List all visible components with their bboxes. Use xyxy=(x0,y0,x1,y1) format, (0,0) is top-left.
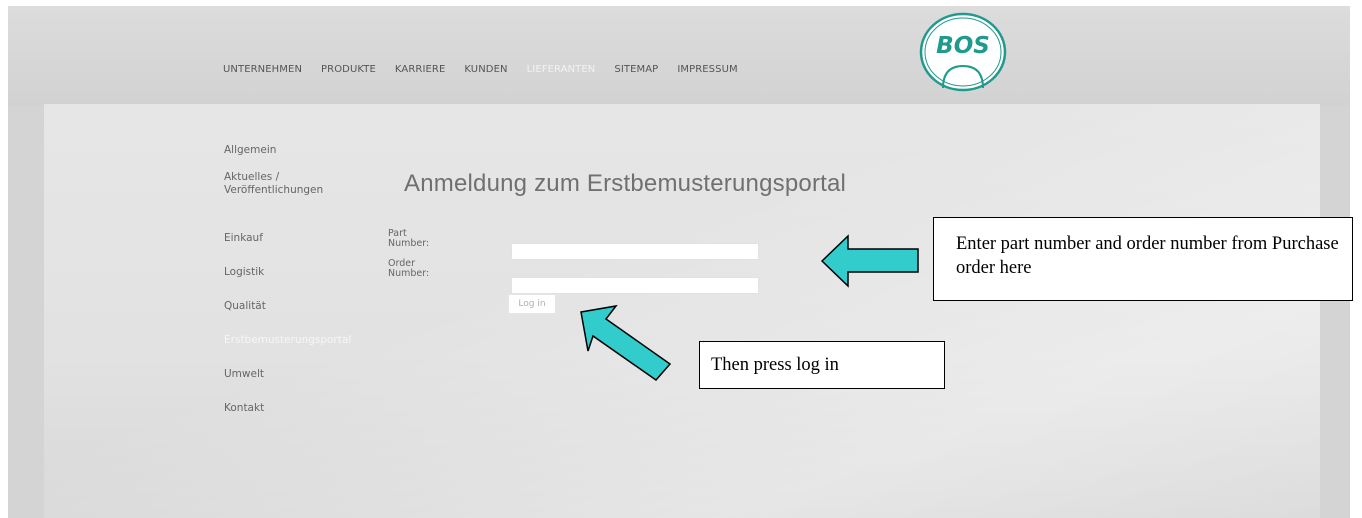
instruction-callout-enter: Enter part number and order number from … xyxy=(933,217,1353,301)
arrow-up-left-icon xyxy=(580,304,672,381)
arrow-left-icon xyxy=(820,234,919,288)
instruction-callout-login: Then press log in xyxy=(699,341,945,389)
